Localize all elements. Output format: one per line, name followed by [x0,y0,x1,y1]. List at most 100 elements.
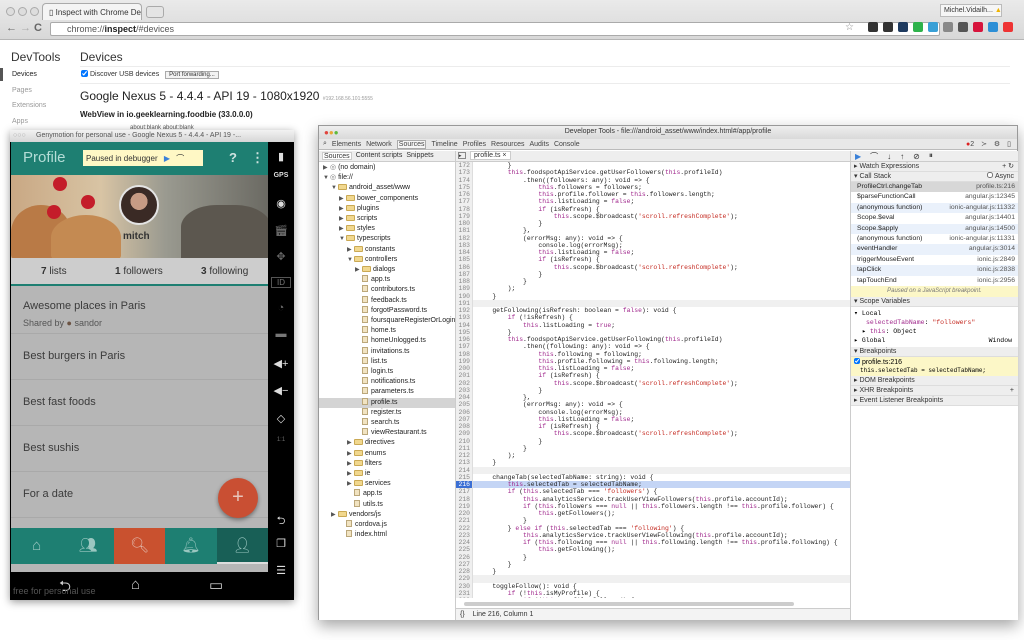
toggle-navigator-icon[interactable]: ▸ [458,152,466,159]
folder-item[interactable]: ▶ constants [319,245,455,255]
buffer-extension-icon[interactable] [883,22,893,32]
code-line[interactable]: 195 } [456,328,850,336]
collapsed-arrow-icon[interactable]: ▶ [339,204,346,214]
line-number[interactable]: 176 [456,191,473,199]
line-number[interactable]: 208 [456,423,473,431]
line-number[interactable]: 177 [456,198,473,206]
code-line[interactable]: 231 if (!this.isMyProfile) { [456,589,850,597]
line-number[interactable]: 179 [456,212,473,220]
panel-tab-timeline[interactable]: Timeline [431,141,457,148]
scope-variable[interactable]: selectedTabName: "followers" [854,318,1015,327]
collapsed-arrow-icon[interactable]: ▶ [331,510,338,520]
code-line[interactable]: 214 [456,466,850,474]
new-tab-button[interactable] [146,6,164,18]
line-number[interactable]: 220 [456,510,473,518]
file-item[interactable]: register.ts [319,407,455,418]
tab-search[interactable]: 🔍︎ [113,528,166,564]
line-number[interactable]: 212 [456,452,473,460]
code-line[interactable]: 225 this.getFollowing(); [456,546,850,554]
frame-location[interactable]: angular.js:12345 [965,192,1015,202]
port-forwarding-button[interactable]: Port forwarding... [165,71,219,79]
step-over-icon[interactable]: ⌒ [176,154,184,163]
line-number[interactable]: 232 [456,597,473,598]
frame-location[interactable]: profile.ts:216 [976,182,1015,192]
code-line[interactable]: 180 } [456,220,850,228]
file-item[interactable]: viewRestaurant.ts [319,428,455,438]
code-line[interactable]: 172 } [456,162,850,170]
code-line[interactable]: 222 } else if (this.selectedTab === 'fol… [456,524,850,532]
step-into-icon[interactable]: ↓ [887,152,891,161]
line-number[interactable]: 188 [456,278,473,286]
code-line[interactable]: 176 this.profile.follower = this.followe… [456,191,850,199]
panel-tab-resources[interactable]: Resources [491,141,524,148]
line-number[interactable]: 219 [456,502,473,510]
call-stack-header[interactable]: ▾ Call Stack Async [851,172,1018,182]
folder-item[interactable]: ▶ vendors/js [319,510,455,520]
more-options-button[interactable]: ⋮ [251,150,264,166]
folder-item[interactable]: ▶ services [319,479,455,489]
pushbullet-extension-icon[interactable] [913,22,923,32]
line-number[interactable]: 180 [456,220,473,228]
line-number[interactable]: 202 [456,379,473,387]
collapsed-arrow-icon[interactable]: ▶ [347,245,354,255]
folder-item[interactable]: ▼ android_asset/www [319,183,455,193]
discover-usb-checkbox[interactable] [81,70,88,77]
inspect-search-icon[interactable]: ⌕ [323,140,327,148]
editor-tab-profile-ts[interactable]: profile.ts × [470,151,511,160]
code-line[interactable]: 207 this.listLoading = false; [456,415,850,423]
list-item[interactable]: Best sushis [11,426,268,472]
tab-sources[interactable]: Sources [322,152,352,160]
code-line[interactable]: 198 this.following = following; [456,350,850,358]
file-item[interactable]: home.ts [319,326,455,336]
resume-icon[interactable]: ▶ [855,152,861,161]
code-line[interactable]: 223 this.analyticsService.trackUserViewF… [456,531,850,539]
call-frame[interactable]: (anonymous function) ionic-angular.js:113… [851,202,1018,214]
code-line[interactable]: 182 (errorMsg: any): void => { [456,234,850,242]
line-number[interactable]: 187 [456,270,473,278]
battery-icon[interactable]: ▮ [271,150,291,163]
window-controls[interactable]: ●●● [324,128,339,137]
scope-global[interactable]: ▸ Global Window [854,336,1015,345]
tab-friends[interactable]: 👥︎ [62,528,113,564]
browser-tab[interactable]: ▯ Inspect with Chrome Dev × [42,3,142,20]
tab-snippets[interactable]: Snippets [406,152,433,160]
panel-tab-console[interactable]: Console [554,141,580,148]
window-controls[interactable]: ○○○ [13,132,26,139]
scope-local[interactable]: ▾ Local [854,309,1015,318]
wunderlist-extension-icon[interactable] [898,22,908,32]
call-frame[interactable]: triggerMouseEvent ionic.js:2849 [851,255,1018,265]
code-line[interactable]: 192 getFollowing(isRefresh: boolean = fa… [456,307,850,315]
line-number[interactable]: 227 [456,560,473,568]
add-list-button[interactable]: + [218,478,258,518]
deactivate-breakpoints-icon[interactable]: ⊘ [913,152,920,161]
scale-icon[interactable]: 1:1 [271,437,291,443]
close-tab-icon[interactable]: × [502,152,506,159]
code-line[interactable]: 190 } [456,292,850,300]
line-number[interactable]: 186 [456,263,473,271]
line-number[interactable]: 221 [456,517,473,525]
scope-variables-header[interactable]: ▾ Scope Variables [851,296,1018,307]
list-item[interactable]: Best fast foods [11,380,268,426]
code-line[interactable]: 229 [456,575,850,583]
line-number[interactable]: 215 [456,473,473,481]
volume-up-icon[interactable]: ◀+ [271,357,291,370]
async-checkbox[interactable] [987,172,994,178]
dom-breakpoints-header[interactable]: ▸ DOM Breakpoints [851,375,1018,386]
folder-item[interactable]: ▶ ◎ (no domain) [319,163,455,173]
line-number[interactable]: 197 [456,343,473,351]
code-line[interactable]: 226 } [456,553,850,561]
tab-lists[interactable]: 7 lists [41,266,67,277]
code-line[interactable]: 220 this.getFollowers(); [456,510,850,518]
code-line[interactable]: 177 this.listLoading = false; [456,198,850,206]
code-line[interactable]: 199 this.profile.following = this.follow… [456,357,850,365]
webcam-icon[interactable]: ◉ [271,197,291,210]
line-number[interactable]: 209 [456,430,473,438]
file-item[interactable]: search.ts [319,418,455,428]
code-line[interactable]: 203 } [456,386,850,394]
code-line[interactable]: 228 } [456,568,850,576]
address-bar[interactable]: chrome://inspect/#devices [50,22,940,36]
line-number[interactable]: 196 [456,336,473,344]
maximize-window-button[interactable] [30,7,39,16]
watch-expressions-header[interactable]: ▸ Watch Expressions + ↻ [851,162,1018,172]
call-frame[interactable]: $parseFunctionCall angular.js:12345 [851,192,1018,202]
